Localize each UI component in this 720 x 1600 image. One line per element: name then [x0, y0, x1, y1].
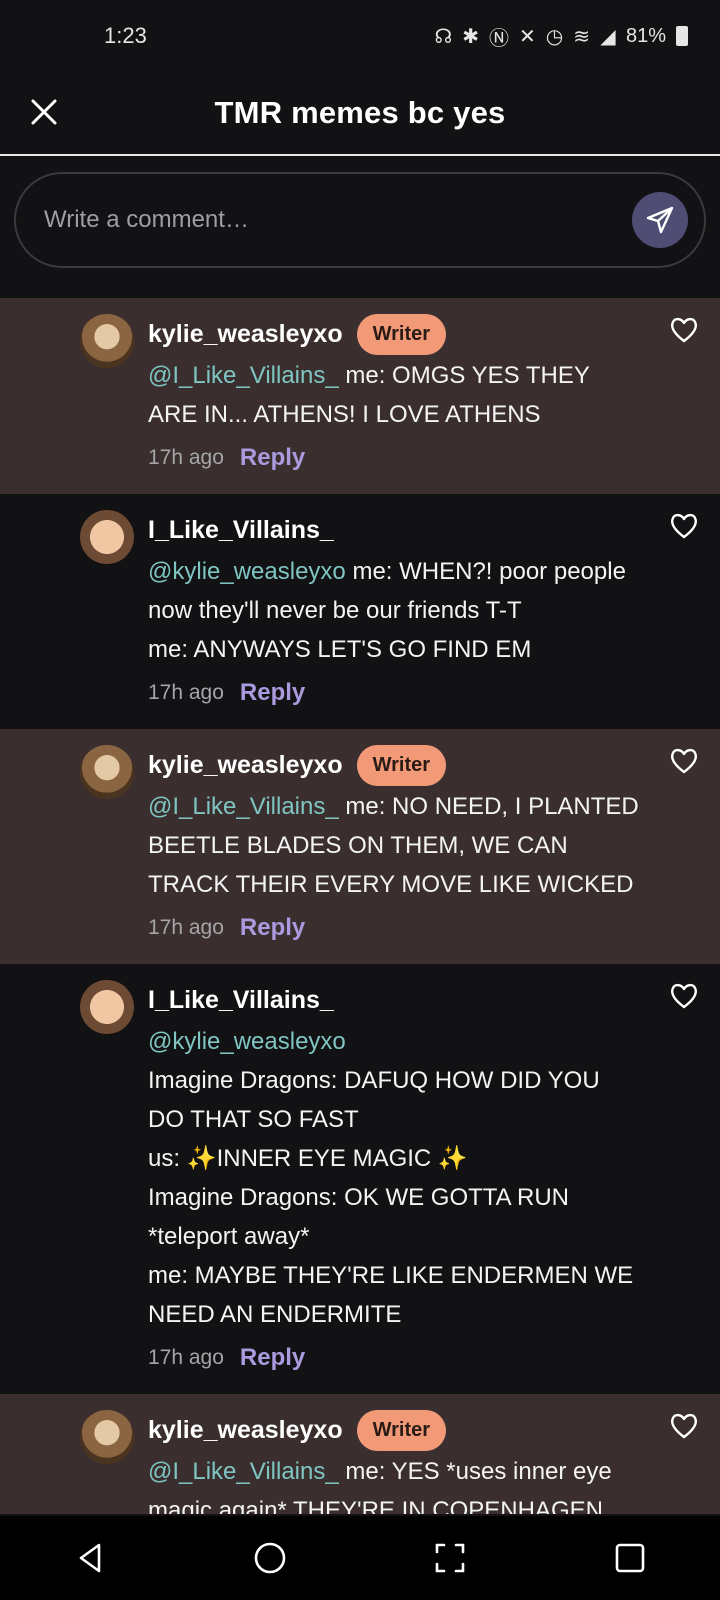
screenshot-icon	[435, 1543, 465, 1573]
recents-button[interactable]	[600, 1528, 660, 1588]
comment-body: @I_Like_Villains_ me: NO NEED, I PLANTED…	[148, 787, 640, 904]
mention-link[interactable]: @I_Like_Villains_	[148, 793, 339, 820]
avatar[interactable]	[80, 980, 134, 1034]
reply-button[interactable]: Reply	[240, 1344, 305, 1372]
battery-percent: 81%	[625, 24, 666, 47]
comment-time: 17h ago	[148, 681, 224, 704]
mute-icon: ✕	[518, 25, 536, 48]
comment-body: @kylie_weasleyxo Imagine Dragons: DAFUQ …	[148, 1022, 640, 1334]
headphones-icon: ☊	[434, 25, 453, 48]
comment-body: @I_Like_Villains_ me: OMGS YES THEY ARE …	[148, 356, 640, 434]
reply-button[interactable]: Reply	[240, 444, 305, 472]
heart-icon[interactable]	[668, 314, 700, 346]
wifi-icon: ≋	[573, 25, 590, 48]
comment-username[interactable]: I_Like_Villains_	[148, 516, 334, 545]
status-icons: ☊ ✱ Ⓝ ✕ ◷ ≋ ◢ 81%	[434, 22, 688, 51]
mention-link[interactable]: @I_Like_Villains_	[148, 1458, 339, 1485]
mention-link[interactable]: @kylie_weasleyxo	[148, 558, 346, 585]
send-button[interactable]	[632, 192, 688, 248]
heart-icon[interactable]	[668, 1410, 700, 1442]
comment-username[interactable]: kylie_weasleyxo	[148, 320, 343, 349]
alarm-icon: ◷	[545, 25, 564, 48]
comment-body: @I_Like_Villains_ me: YES *uses inner ey…	[148, 1452, 640, 1514]
reply-button[interactable]: Reply	[240, 679, 305, 707]
status-time: 1:23	[104, 23, 147, 48]
comment-line: me: MAYBE THEY'RE LIKE ENDERMEN WE NEED …	[148, 1262, 634, 1328]
battery-icon	[676, 26, 688, 46]
avatar[interactable]	[80, 510, 134, 564]
send-icon	[646, 206, 674, 234]
comment-username[interactable]: kylie_weasleyxo	[148, 751, 343, 780]
page-title: TMR memes bc yes	[214, 95, 506, 130]
header: TMR memes bc yes	[0, 72, 720, 156]
mention-link[interactable]: @kylie_weasleyxo	[148, 1028, 346, 1055]
status-bar: 1:23 ☊ ✱ Ⓝ ✕ ◷ ≋ ◢ 81%	[0, 0, 720, 72]
avatar[interactable]	[80, 1410, 134, 1464]
comment-username[interactable]: kylie_weasleyxo	[148, 1416, 343, 1445]
writer-badge: Writer	[356, 1409, 447, 1451]
writer-badge: Writer	[356, 744, 447, 786]
back-icon	[79, 1543, 101, 1573]
home-icon	[254, 1542, 286, 1574]
heart-icon[interactable]	[668, 980, 700, 1012]
avatar[interactable]	[80, 314, 134, 368]
writer-badge: Writer	[356, 313, 447, 355]
bluetooth-icon: ✱	[462, 25, 479, 48]
signal-icon: ◢	[600, 25, 616, 48]
comment-body: @kylie_weasleyxo me: WHEN?! poor people …	[148, 552, 640, 669]
back-button[interactable]	[60, 1528, 120, 1588]
recents-icon	[615, 1543, 645, 1573]
heart-icon[interactable]	[668, 510, 700, 542]
comment-line: us: ✨INNER EYE MAGIC ✨	[148, 1145, 468, 1172]
comment-line: Imagine Dragons: DAFUQ HOW DID YOU DO TH…	[148, 1067, 600, 1133]
reply-button[interactable]: Reply	[240, 914, 305, 942]
comment-time: 17h ago	[148, 916, 224, 939]
comment-line: me: ANYWAYS LET'S GO FIND EM	[148, 636, 532, 663]
comment-time: 17h ago	[148, 446, 224, 469]
comment-item: kylie_weasleyxo Writer @I_Like_Villains_…	[0, 1394, 720, 1514]
home-button[interactable]	[240, 1528, 300, 1588]
comment-item: I_Like_Villains_ @kylie_weasleyxo me: WH…	[0, 494, 720, 729]
comment-item: I_Like_Villains_ @kylie_weasleyxo Imagin…	[0, 964, 720, 1394]
comment-time: 17h ago	[148, 1346, 224, 1369]
system-nav-bar	[0, 1516, 720, 1600]
comment-item: kylie_weasleyxo Writer @I_Like_Villains_…	[0, 729, 720, 964]
heart-icon[interactable]	[668, 745, 700, 777]
close-button[interactable]	[26, 94, 62, 130]
comment-input[interactable]	[42, 205, 632, 235]
comment-item: kylie_weasleyxo Writer @I_Like_Villains_…	[0, 298, 720, 494]
mention-link[interactable]: @I_Like_Villains_	[148, 362, 339, 389]
screenshot-button[interactable]	[420, 1528, 480, 1588]
comment-line: Imagine Dragons: OK WE GOTTA RUN *telepo…	[148, 1184, 569, 1250]
nfc-icon: Ⓝ	[488, 27, 509, 50]
comment-list: kylie_weasleyxo Writer @I_Like_Villains_…	[0, 298, 720, 1514]
close-icon	[31, 99, 57, 125]
avatar[interactable]	[80, 745, 134, 799]
comment-composer	[14, 172, 706, 268]
comment-username[interactable]: I_Like_Villains_	[148, 986, 334, 1015]
